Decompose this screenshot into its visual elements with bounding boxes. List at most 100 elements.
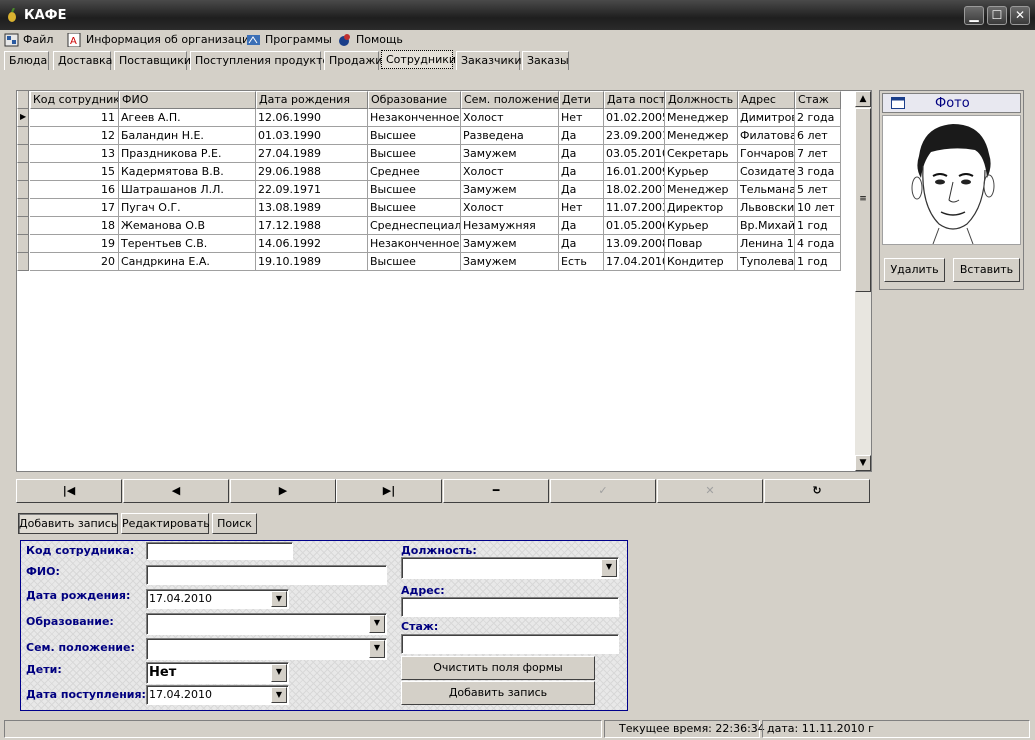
cell-fio[interactable]: Пугач О.Г. xyxy=(119,199,256,217)
birth-date-dropdown[interactable]: ▼ xyxy=(271,591,287,607)
cell-family-status[interactable]: Холост xyxy=(461,109,559,127)
employees-grid[interactable]: Код сотрудника ФИО Дата рождения Образовани… xyxy=(16,90,872,472)
tab-delivery[interactable]: Доставка xyxy=(53,51,112,70)
cell-address[interactable]: Филатова xyxy=(738,127,795,145)
cell-hire-date[interactable]: 13.09.2008 xyxy=(604,235,665,253)
cell-children[interactable]: Да xyxy=(559,181,604,199)
row-indicator[interactable] xyxy=(17,181,29,199)
cell-address[interactable]: Ленина 10 xyxy=(738,235,795,253)
tab-employees[interactable]: Сотрудники xyxy=(381,50,456,69)
cell-experience[interactable]: 6 лет xyxy=(795,127,841,145)
cell-address[interactable]: Вр.Михайл xyxy=(738,217,795,235)
cell-address[interactable]: Тельмана xyxy=(738,181,795,199)
cell-code[interactable]: 12 xyxy=(30,127,119,145)
cell-fio[interactable]: Баландин Н.Е. xyxy=(119,127,256,145)
cell-experience[interactable]: 1 год xyxy=(795,217,841,235)
column-header-code[interactable]: Код сотрудника xyxy=(30,91,119,109)
cell-birth-date[interactable]: 29.06.1988 xyxy=(256,163,368,181)
nav-cancel-button[interactable]: ✕ xyxy=(657,479,763,503)
cell-children[interactable]: Да xyxy=(559,163,604,181)
vertical-scrollbar[interactable]: ▲ ≡ ▼ xyxy=(855,91,871,471)
cell-children[interactable]: Да xyxy=(559,235,604,253)
cell-birth-date[interactable]: 01.03.1990 xyxy=(256,127,368,145)
nav-prior-button[interactable]: ◀ xyxy=(123,479,229,503)
nav-last-button[interactable]: ▶| xyxy=(336,479,442,503)
cell-family-status[interactable]: Незамужняя xyxy=(461,217,559,235)
cell-hire-date[interactable]: 18.02.2007 xyxy=(604,181,665,199)
children-dropdown[interactable]: ▼ xyxy=(271,664,287,682)
menu-help[interactable]: Помощь xyxy=(337,32,403,48)
cell-experience[interactable]: 3 года xyxy=(795,163,841,181)
cell-hire-date[interactable]: 16.01.2009 xyxy=(604,163,665,181)
cell-position[interactable]: Повар xyxy=(665,235,738,253)
cell-position[interactable]: Курьер xyxy=(665,163,738,181)
cell-birth-date[interactable]: 14.06.1992 xyxy=(256,235,368,253)
cell-address[interactable]: Туполева 1 xyxy=(738,253,795,271)
menu-programs[interactable]: Программы xyxy=(246,32,332,48)
cell-fio[interactable]: Жеманова О.В xyxy=(119,217,256,235)
scroll-thumb[interactable]: ≡ xyxy=(855,108,871,292)
cell-education[interactable]: Незаконченное xyxy=(368,235,461,253)
cell-education[interactable]: Среднее xyxy=(368,163,461,181)
code-field[interactable] xyxy=(146,542,293,560)
experience-field[interactable] xyxy=(401,634,619,654)
cell-address[interactable]: Димитрова xyxy=(738,109,795,127)
cell-experience[interactable]: 10 лет xyxy=(795,199,841,217)
scroll-down-button[interactable]: ▼ xyxy=(855,455,871,471)
cell-family-status[interactable]: Замужем xyxy=(461,145,559,163)
cell-hire-date[interactable]: 01.05.2006 xyxy=(604,217,665,235)
cell-hire-date[interactable]: 03.05.2010 xyxy=(604,145,665,163)
hire-date-dropdown[interactable]: ▼ xyxy=(271,687,287,703)
cell-code[interactable]: 18 xyxy=(30,217,119,235)
cell-experience[interactable]: 1 год xyxy=(795,253,841,271)
cell-code[interactable]: 20 xyxy=(30,253,119,271)
cell-education[interactable]: Среднеспециальн xyxy=(368,217,461,235)
cell-family-status[interactable]: Разведена xyxy=(461,127,559,145)
hire-date-picker[interactable]: 17.04.2010 ▼ xyxy=(146,685,289,705)
nav-first-button[interactable]: |◀ xyxy=(16,479,122,503)
cell-children[interactable]: Да xyxy=(559,217,604,235)
cell-children[interactable]: Нет xyxy=(559,199,604,217)
row-indicator[interactable]: ▶ xyxy=(17,109,29,127)
cell-position[interactable]: Секретарь xyxy=(665,145,738,163)
row-indicator[interactable] xyxy=(17,199,29,217)
position-select[interactable]: ▼ xyxy=(401,557,619,579)
cell-fio[interactable]: Агеев А.П. xyxy=(119,109,256,127)
cell-code[interactable]: 15 xyxy=(30,163,119,181)
column-header-position[interactable]: Должность xyxy=(665,91,738,109)
cell-fio[interactable]: Праздникова Р.Е. xyxy=(119,145,256,163)
column-header-address[interactable]: Адрес xyxy=(738,91,795,109)
cell-family-status[interactable]: Замужем xyxy=(461,235,559,253)
cell-position[interactable]: Директор xyxy=(665,199,738,217)
birth-date-picker[interactable]: 17.04.2010 ▼ xyxy=(146,589,289,609)
cell-code[interactable]: 13 xyxy=(30,145,119,163)
cell-birth-date[interactable]: 22.09.1971 xyxy=(256,181,368,199)
tab-suppliers[interactable]: Поставщики xyxy=(114,51,191,70)
tab-orders[interactable]: Заказы xyxy=(522,51,569,70)
position-dropdown[interactable]: ▼ xyxy=(601,559,617,577)
row-indicator[interactable] xyxy=(17,127,29,145)
cell-position[interactable]: Менеджер xyxy=(665,181,738,199)
cell-address[interactable]: Львовский xyxy=(738,199,795,217)
close-button[interactable]: ✕ xyxy=(1010,6,1030,25)
edit-button[interactable]: Редактировать xyxy=(121,513,210,534)
cell-address[interactable]: Гончарова xyxy=(738,145,795,163)
minimize-button[interactable]: ▁ xyxy=(964,6,984,25)
cell-children[interactable]: Да xyxy=(559,145,604,163)
nav-next-button[interactable]: ▶ xyxy=(230,479,336,503)
column-header-birth-date[interactable]: Дата рождения xyxy=(256,91,368,109)
nav-delete-button[interactable]: ━ xyxy=(443,479,549,503)
row-indicator[interactable] xyxy=(17,163,29,181)
row-indicator[interactable] xyxy=(17,217,29,235)
column-header-education[interactable]: Образование xyxy=(368,91,461,109)
scroll-up-button[interactable]: ▲ xyxy=(855,91,871,107)
cell-birth-date[interactable]: 19.10.1989 xyxy=(256,253,368,271)
education-dropdown[interactable]: ▼ xyxy=(369,615,385,633)
menu-org-info[interactable]: A Информация об организации xyxy=(67,32,256,48)
fio-field[interactable] xyxy=(146,565,387,585)
cell-birth-date[interactable]: 12.06.1990 xyxy=(256,109,368,127)
cell-children[interactable]: Есть xyxy=(559,253,604,271)
cell-hire-date[interactable]: 17.04.2010 xyxy=(604,253,665,271)
cell-code[interactable]: 16 xyxy=(30,181,119,199)
family-status-select[interactable]: ▼ xyxy=(146,638,387,660)
